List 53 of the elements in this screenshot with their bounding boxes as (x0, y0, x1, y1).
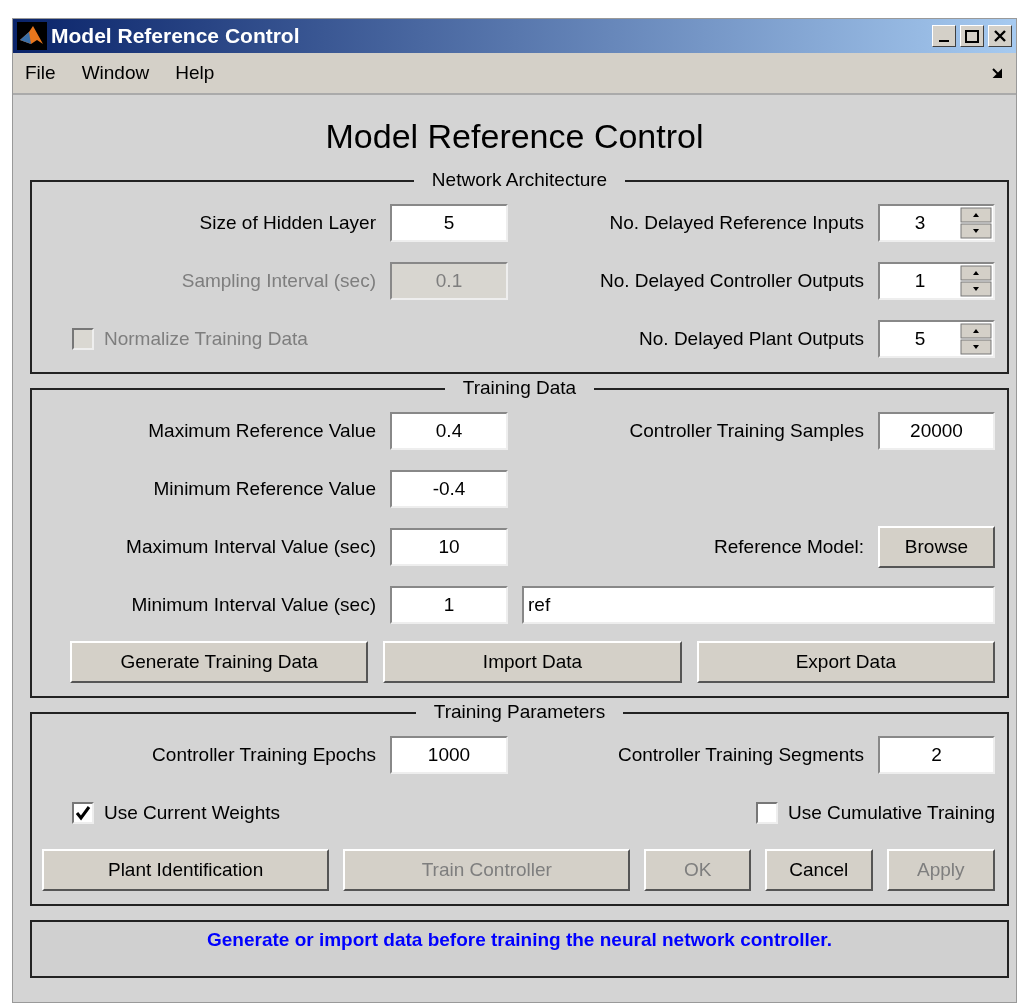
field-label: Reference Model: (713, 534, 864, 559)
menu-item[interactable]: File (25, 58, 56, 88)
up-down-arrows-icon[interactable] (960, 265, 992, 297)
close-button[interactable] (988, 25, 1012, 47)
close-icon (994, 30, 1006, 42)
window-title: Model Reference Control (51, 23, 301, 50)
menu-item[interactable]: Help (175, 58, 215, 88)
spinner-field[interactable]: 3 (878, 204, 995, 242)
input-field[interactable]: 20000 (878, 412, 995, 450)
input-field[interactable]: -0.4 (390, 470, 508, 508)
field-label: No. Delayed Controller Outputs (599, 268, 864, 293)
checkbox-label: Use Current Weights (104, 800, 280, 825)
up-down-arrows-icon[interactable] (960, 323, 992, 355)
field-label: Controller Training Epochs (151, 742, 376, 767)
input-field[interactable]: 5 (390, 204, 508, 242)
minimize-icon (939, 40, 949, 42)
dialog-button[interactable]: Export Data (696, 641, 995, 683)
field-label: Minimum Reference Value (152, 476, 376, 501)
app-logo-icon (17, 22, 47, 50)
checkbox[interactable] (72, 802, 94, 824)
up-down-arrows-icon[interactable] (960, 207, 992, 239)
field-label: No. Delayed Plant Outputs (638, 326, 864, 351)
status-message: Generate or import data before training the neural network controller. (30, 920, 1009, 978)
spinner-field[interactable]: 1 (878, 262, 995, 300)
input-field[interactable]: 10 (390, 528, 508, 566)
field-label: Controller Training Segments (616, 742, 864, 767)
dock-arrow-icon[interactable] (992, 67, 1004, 79)
spinner-field[interactable]: 5 (878, 320, 995, 358)
input-field[interactable]: 1000 (390, 736, 508, 774)
field-label: No. Delayed Reference Inputs (608, 210, 864, 235)
field-label: Controller Training Samples (628, 418, 864, 443)
maximize-button[interactable] (960, 25, 984, 47)
dialog-button[interactable]: Generate Training Data (70, 641, 369, 683)
checkbox-label: Use Cumulative Training (788, 800, 995, 825)
dialog-heading: Model Reference Control (324, 116, 705, 157)
input-field[interactable]: ref (522, 586, 995, 624)
checkbox-label: Normalize Training Data (104, 326, 308, 351)
dialog-button[interactable]: Import Data (383, 641, 682, 683)
field-label: Minimum Interval Value (sec) (130, 592, 376, 617)
minimize-button[interactable] (932, 25, 956, 47)
maximize-icon (965, 29, 979, 43)
field-label: Size of Hidden Layer (198, 210, 376, 235)
checkbox[interactable] (756, 802, 778, 824)
input-field[interactable]: 1 (390, 586, 508, 624)
browse-button[interactable]: Browse (878, 526, 995, 568)
dialog-button[interactable]: Cancel (765, 849, 873, 891)
menu-item[interactable]: Window (81, 58, 150, 88)
field-label: Maximum Interval Value (sec) (125, 534, 376, 559)
field-label: Sampling Interval (sec) (180, 268, 376, 293)
field-label: Maximum Reference Value (147, 418, 376, 443)
input-field[interactable]: 0.4 (390, 412, 508, 450)
input-field[interactable]: 2 (878, 736, 995, 774)
dialog-button[interactable]: Plant Identification (42, 849, 330, 891)
